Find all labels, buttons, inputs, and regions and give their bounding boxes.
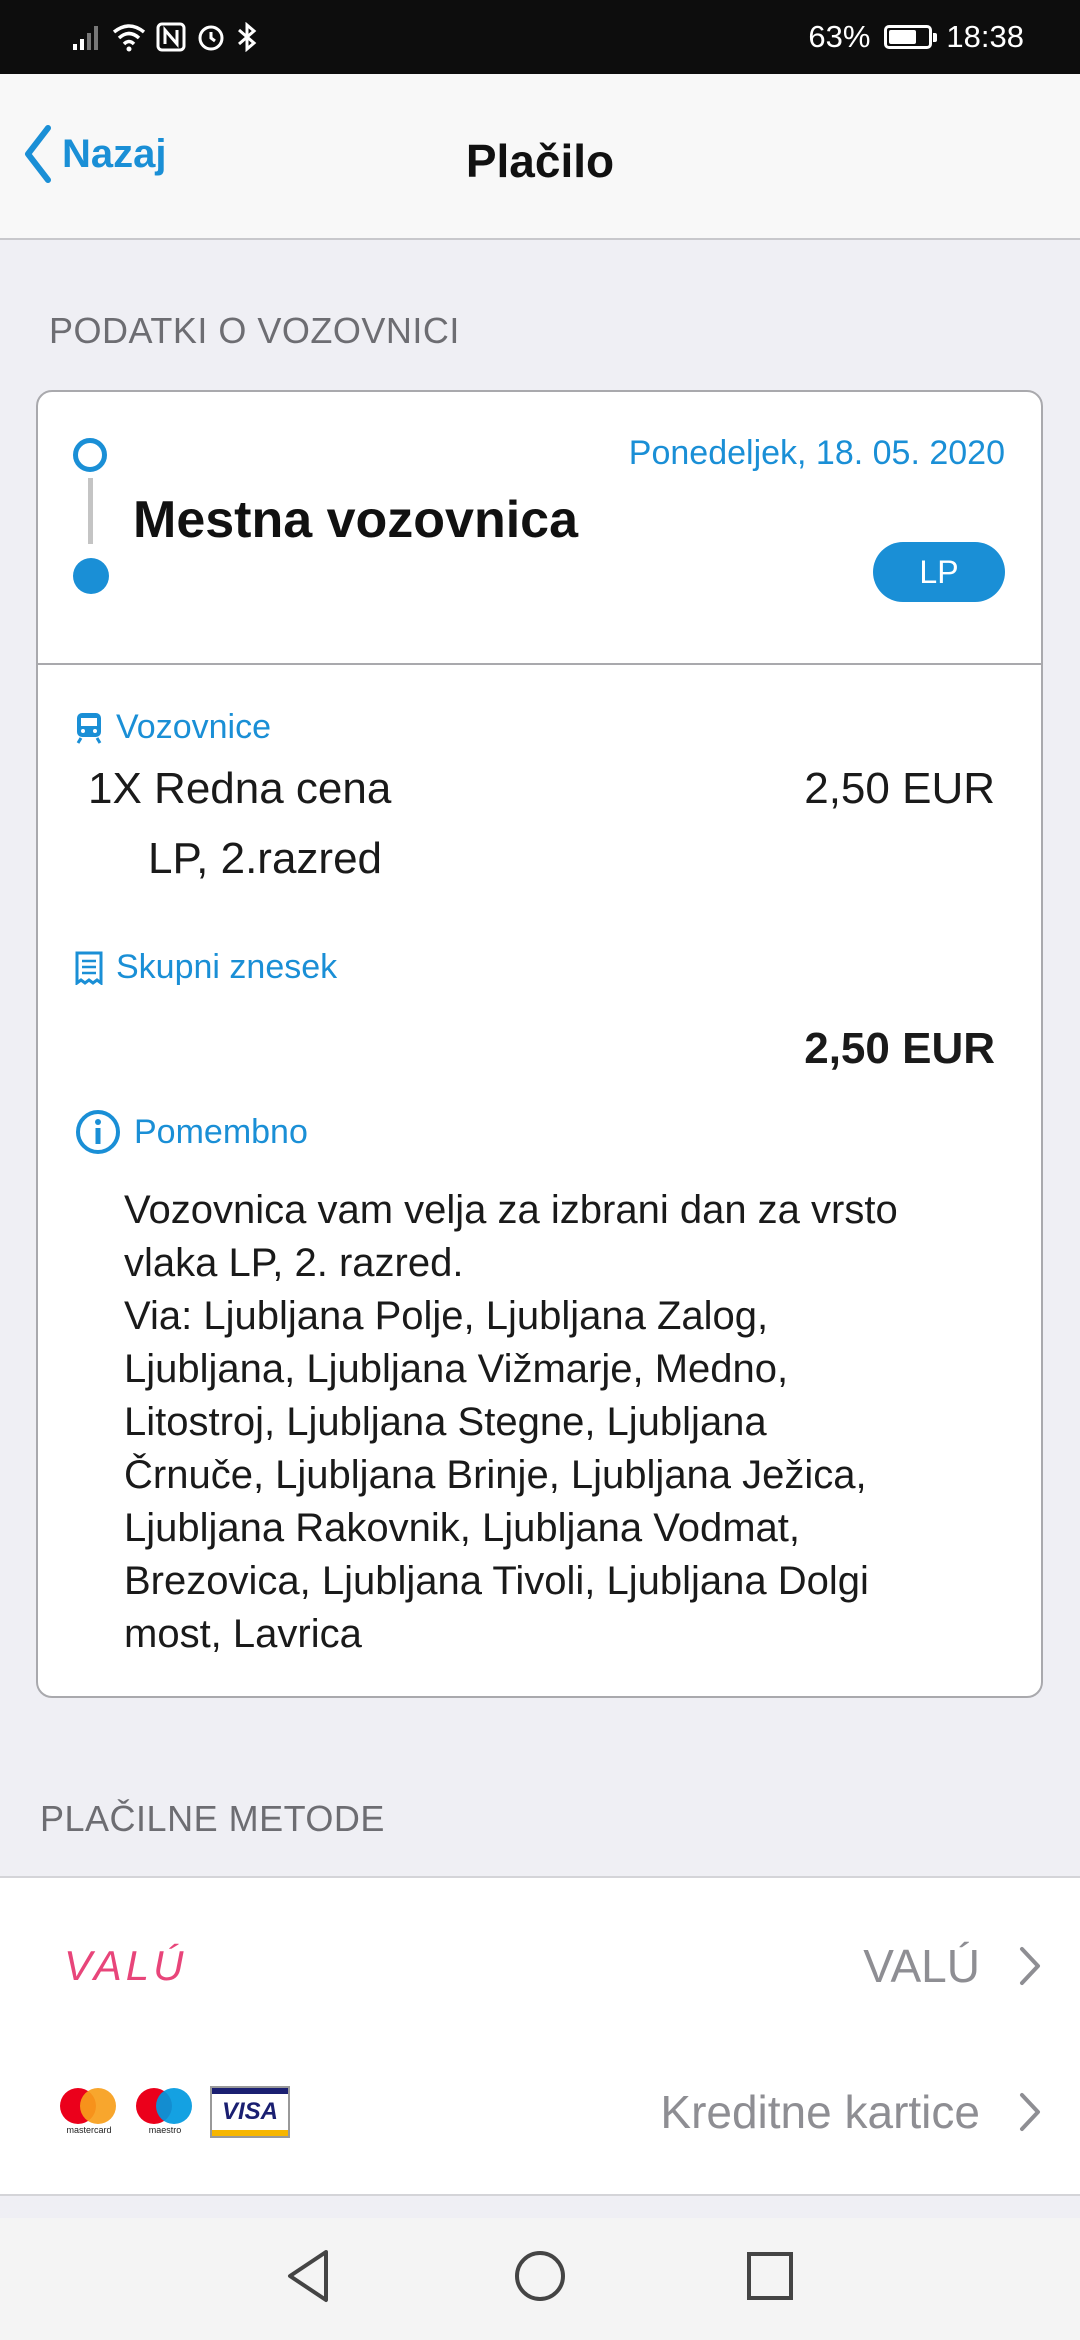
- ticket-name: Mestna vozovnica: [133, 491, 579, 549]
- wifi-icon: [112, 24, 146, 52]
- chevron-right-icon: [1020, 2093, 1040, 2131]
- nfc-icon: [156, 22, 186, 52]
- tickets-label: Vozovnice: [116, 708, 271, 746]
- page-title: Plačilo: [465, 135, 615, 187]
- battery-icon: [884, 25, 938, 49]
- visa-text: VISA: [221, 2098, 278, 2125]
- payment-section-label: PLAČILNE METODE: [40, 1798, 385, 1839]
- clock: 18:38: [946, 19, 1024, 54]
- route-end-icon: [73, 558, 109, 594]
- route-line: [88, 478, 93, 544]
- maestro-logo: maestro: [134, 2087, 196, 2137]
- visa-logo: VISA: [210, 2086, 290, 2138]
- ticket-header: Mestna vozovnica Ponedeljek, 18. 05. 202…: [38, 392, 1041, 665]
- ticket-card: Mestna vozovnica Ponedeljek, 18. 05. 202…: [36, 390, 1043, 1698]
- card-logos: mastercard maestro VISA: [58, 2086, 290, 2138]
- important-label: Pomembno: [134, 1112, 308, 1151]
- battery-percent: 63%: [808, 19, 871, 54]
- total-label-row: Skupni znesek: [74, 948, 337, 987]
- status-bar: 63% 18:38: [0, 0, 1080, 74]
- train-type-badge: LP: [873, 542, 1005, 602]
- total-amount: 2,50 EUR: [804, 1024, 995, 1073]
- payment-label-cards: Kreditne kartice: [660, 2086, 980, 2138]
- back-triangle-icon[interactable]: [282, 2246, 334, 2306]
- alarm-icon: [198, 25, 224, 51]
- payment-methods-list: VALÚ VALÚ mastercard maestro VISA Kredit…: [0, 1876, 1080, 2196]
- payment-method-valu[interactable]: VALÚ VALÚ: [0, 1896, 1080, 2036]
- signal-icon: [73, 26, 98, 50]
- system-nav-bar: [0, 2218, 1080, 2340]
- ticket-section-label: PODATKI O VOZOVNICI: [49, 310, 460, 351]
- route-start-icon: [73, 438, 107, 472]
- maestro-caption: maestro: [148, 2125, 182, 2135]
- train-icon: [76, 712, 102, 744]
- home-circle-icon[interactable]: [512, 2246, 568, 2306]
- mastercard-caption: mastercard: [66, 2125, 112, 2135]
- ticket-price: 2,50 EUR: [804, 764, 995, 813]
- recents-square-icon[interactable]: [744, 2246, 796, 2306]
- important-text: Vozovnica vam velja za izbrani dan za vr…: [124, 1188, 898, 1656]
- bluetooth-icon: [238, 22, 257, 52]
- info-icon: [76, 1110, 120, 1154]
- status-icons: [72, 16, 258, 58]
- mastercard-circles-icon: [60, 2088, 116, 2124]
- payment-label-valu: VALÚ: [863, 1940, 980, 1992]
- ticket-line-2: LP, 2.razred: [148, 834, 383, 883]
- valu-logo: VALÚ: [64, 1942, 188, 1989]
- chevron-right-icon: [1020, 1947, 1040, 1985]
- ticket-date: Ponedeljek, 18. 05. 2020: [628, 434, 1005, 472]
- ticket-line-1: 1X Redna cena: [88, 764, 392, 813]
- important-label-row: Pomembno: [74, 1108, 308, 1156]
- status-right: 63% 18:38: [808, 0, 1024, 74]
- mastercard-logo: mastercard: [58, 2087, 120, 2137]
- payment-method-cards[interactable]: mastercard maestro VISA Kreditne kartice: [0, 2042, 1080, 2182]
- nav-bar: Nazaj Plačilo: [0, 74, 1080, 240]
- total-label: Skupni znesek: [116, 948, 338, 986]
- maestro-circles-icon: [136, 2088, 192, 2124]
- tickets-label-row: Vozovnice: [74, 708, 271, 747]
- receipt-icon: [75, 951, 103, 985]
